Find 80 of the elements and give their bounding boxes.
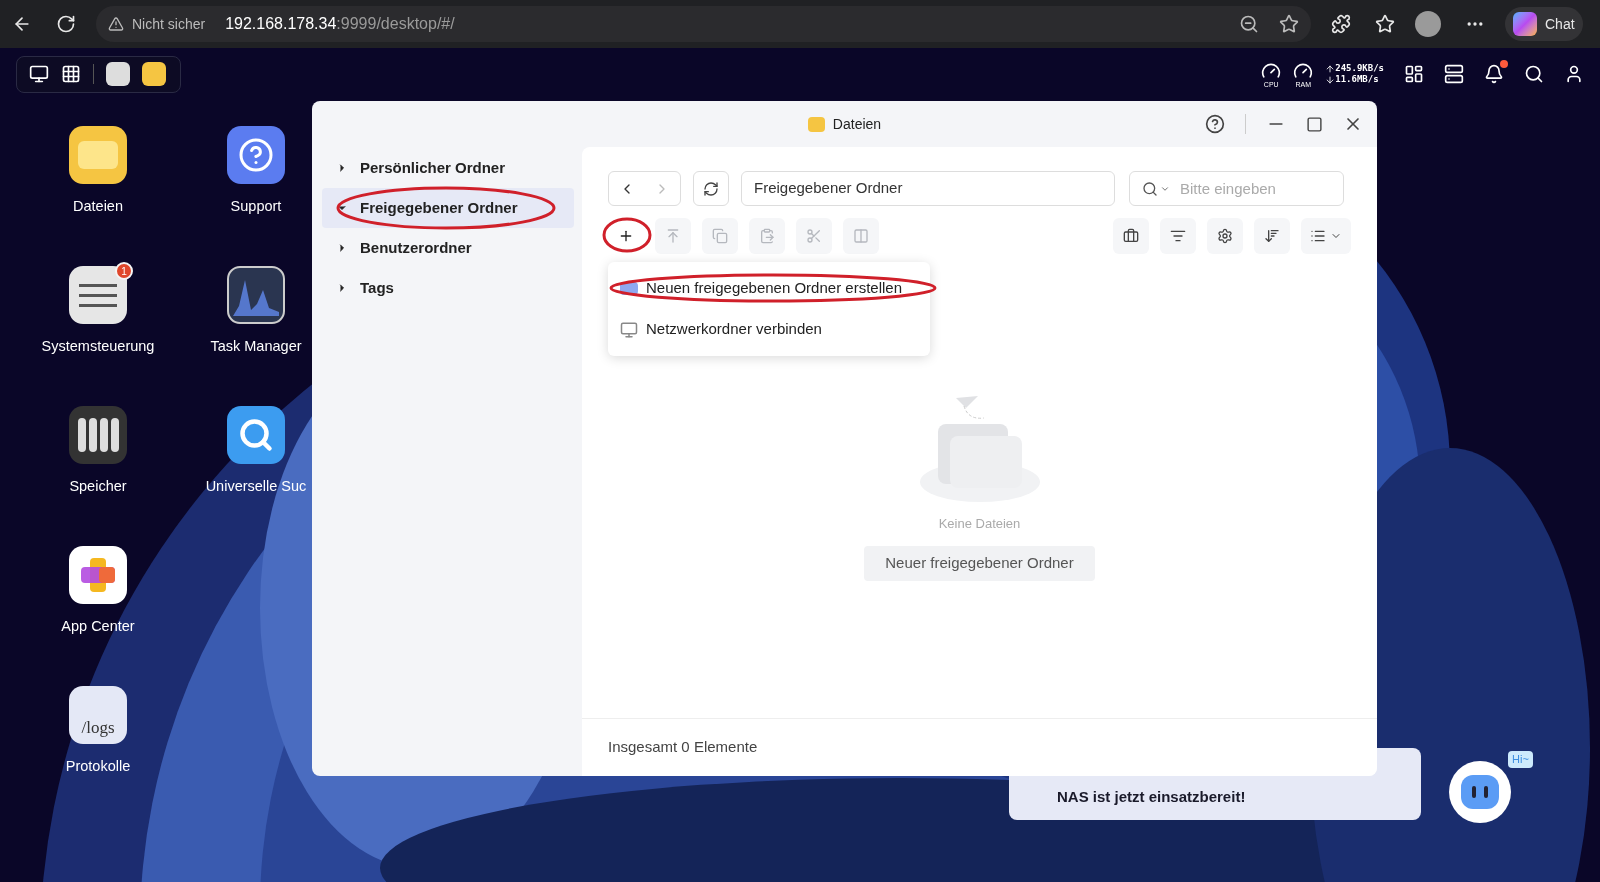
upload-arrow-icon: [1325, 63, 1336, 74]
user-icon[interactable]: [1564, 64, 1584, 84]
app-label[interactable]: Protokolle: [65, 756, 131, 778]
settings-button[interactable]: [1207, 218, 1243, 254]
sidebar-item[interactable]: Freigegebener Ordner: [322, 188, 574, 228]
list-icon: [1310, 228, 1326, 244]
view-mode-button[interactable]: [1301, 218, 1351, 254]
profile-avatar[interactable]: [1415, 11, 1441, 37]
upload-icon: [665, 228, 681, 244]
extensions-icon[interactable]: [1331, 14, 1351, 34]
refresh-button[interactable]: [693, 171, 729, 206]
maximize-icon[interactable]: [1306, 115, 1323, 133]
chat-logo: [1513, 12, 1537, 36]
app-label[interactable]: Speicher: [69, 476, 127, 498]
logs-app-icon: /logs: [69, 686, 127, 744]
apps-grid-icon[interactable]: [61, 64, 81, 84]
briefcase-icon: [1123, 228, 1139, 244]
sidebar-item[interactable]: Persönlicher Ordner: [322, 148, 574, 188]
url-text: 192.168.178.34:9999/desktop/#/: [225, 14, 455, 34]
sidebar-item[interactable]: Tags: [322, 268, 574, 308]
warning-icon: [108, 16, 124, 32]
app-label[interactable]: Task Manager: [210, 336, 302, 358]
app-label[interactable]: Universelle Suc: [205, 476, 307, 498]
copy-icon: [712, 228, 728, 244]
add-icon: [618, 228, 634, 244]
chat-button[interactable]: Chat: [1505, 7, 1583, 41]
filter-icon: [1170, 228, 1186, 244]
search-icon[interactable]: [1142, 181, 1158, 197]
upload-speed: 245.9KB/s: [1335, 63, 1384, 74]
reload-icon[interactable]: [56, 14, 76, 34]
sort-button[interactable]: [1254, 218, 1290, 254]
download-speed: 11.6MB/s: [1335, 74, 1379, 85]
favorites-icon[interactable]: [1375, 14, 1395, 34]
app-label[interactable]: App Center: [61, 616, 135, 638]
sidebar-item[interactable]: Benutzerordner: [322, 228, 574, 268]
rename-icon: [853, 228, 869, 244]
sliders-app-icon[interactable]: [106, 62, 130, 86]
desktop-icon[interactable]: [29, 64, 49, 84]
filter-button[interactable]: [1160, 218, 1196, 254]
app-label[interactable]: Dateien: [73, 196, 123, 218]
server-icon[interactable]: [1444, 64, 1464, 84]
app-label[interactable]: Systemsteuerung: [41, 336, 155, 358]
search-field[interactable]: Bitte eingeben: [1129, 171, 1344, 206]
magnifier-app-icon: [227, 406, 285, 464]
sliders-app-icon: [69, 266, 127, 324]
chart-app-icon: [227, 266, 285, 324]
drive-bays-app-icon: [69, 406, 127, 464]
monitor-icon: [620, 320, 638, 339]
new-shared-folder-button[interactable]: Neuer freigegebener Ordner: [864, 545, 1095, 581]
window-title: Dateien: [832, 114, 882, 134]
path-field[interactable]: Freigegebener Ordner: [741, 171, 1115, 206]
cut-icon: [806, 228, 822, 244]
paste-icon: [759, 228, 775, 244]
zoom-out-icon[interactable]: [1239, 14, 1259, 34]
security-label: Nicht sicher: [132, 14, 206, 34]
widgets-icon[interactable]: [1404, 64, 1424, 84]
folder-icon: [807, 116, 825, 132]
star-icon[interactable]: [1279, 14, 1299, 34]
menu-item[interactable]: Netzwerkordner verbinden: [608, 309, 930, 350]
toast-text: NAS ist jetzt einsatzbereit!: [1057, 786, 1246, 807]
search-icon[interactable]: [1524, 64, 1544, 84]
help-icon[interactable]: [1205, 114, 1225, 134]
menu-item[interactable]: Neuen freigegebenen Ordner erstellen: [608, 268, 930, 309]
status-text: Insgesamt 0 Elemente: [608, 737, 758, 758]
highlight-ellipse: [602, 217, 652, 253]
briefcase-button[interactable]: [1113, 218, 1149, 254]
folder-app-icon: [69, 126, 127, 184]
gear-icon: [1217, 228, 1233, 244]
sort-icon: [1264, 228, 1280, 244]
download-arrow-icon: [1325, 74, 1336, 85]
address-bar[interactable]: Nicht sicher 192.168.178.34:9999/desktop/#/: [96, 6, 1311, 42]
empty-text: Keine Dateien: [938, 515, 1021, 533]
folder-app-icon[interactable]: [142, 62, 166, 86]
refresh-icon: [703, 180, 719, 197]
blocks-app-icon: [69, 546, 127, 604]
notifications-icon[interactable]: [1484, 64, 1504, 84]
app-label[interactable]: Support: [230, 196, 282, 218]
caret-icon[interactable]: [1160, 184, 1170, 194]
question-app-icon: [227, 126, 285, 184]
greeting-bubble: Hi~: [1508, 751, 1533, 768]
